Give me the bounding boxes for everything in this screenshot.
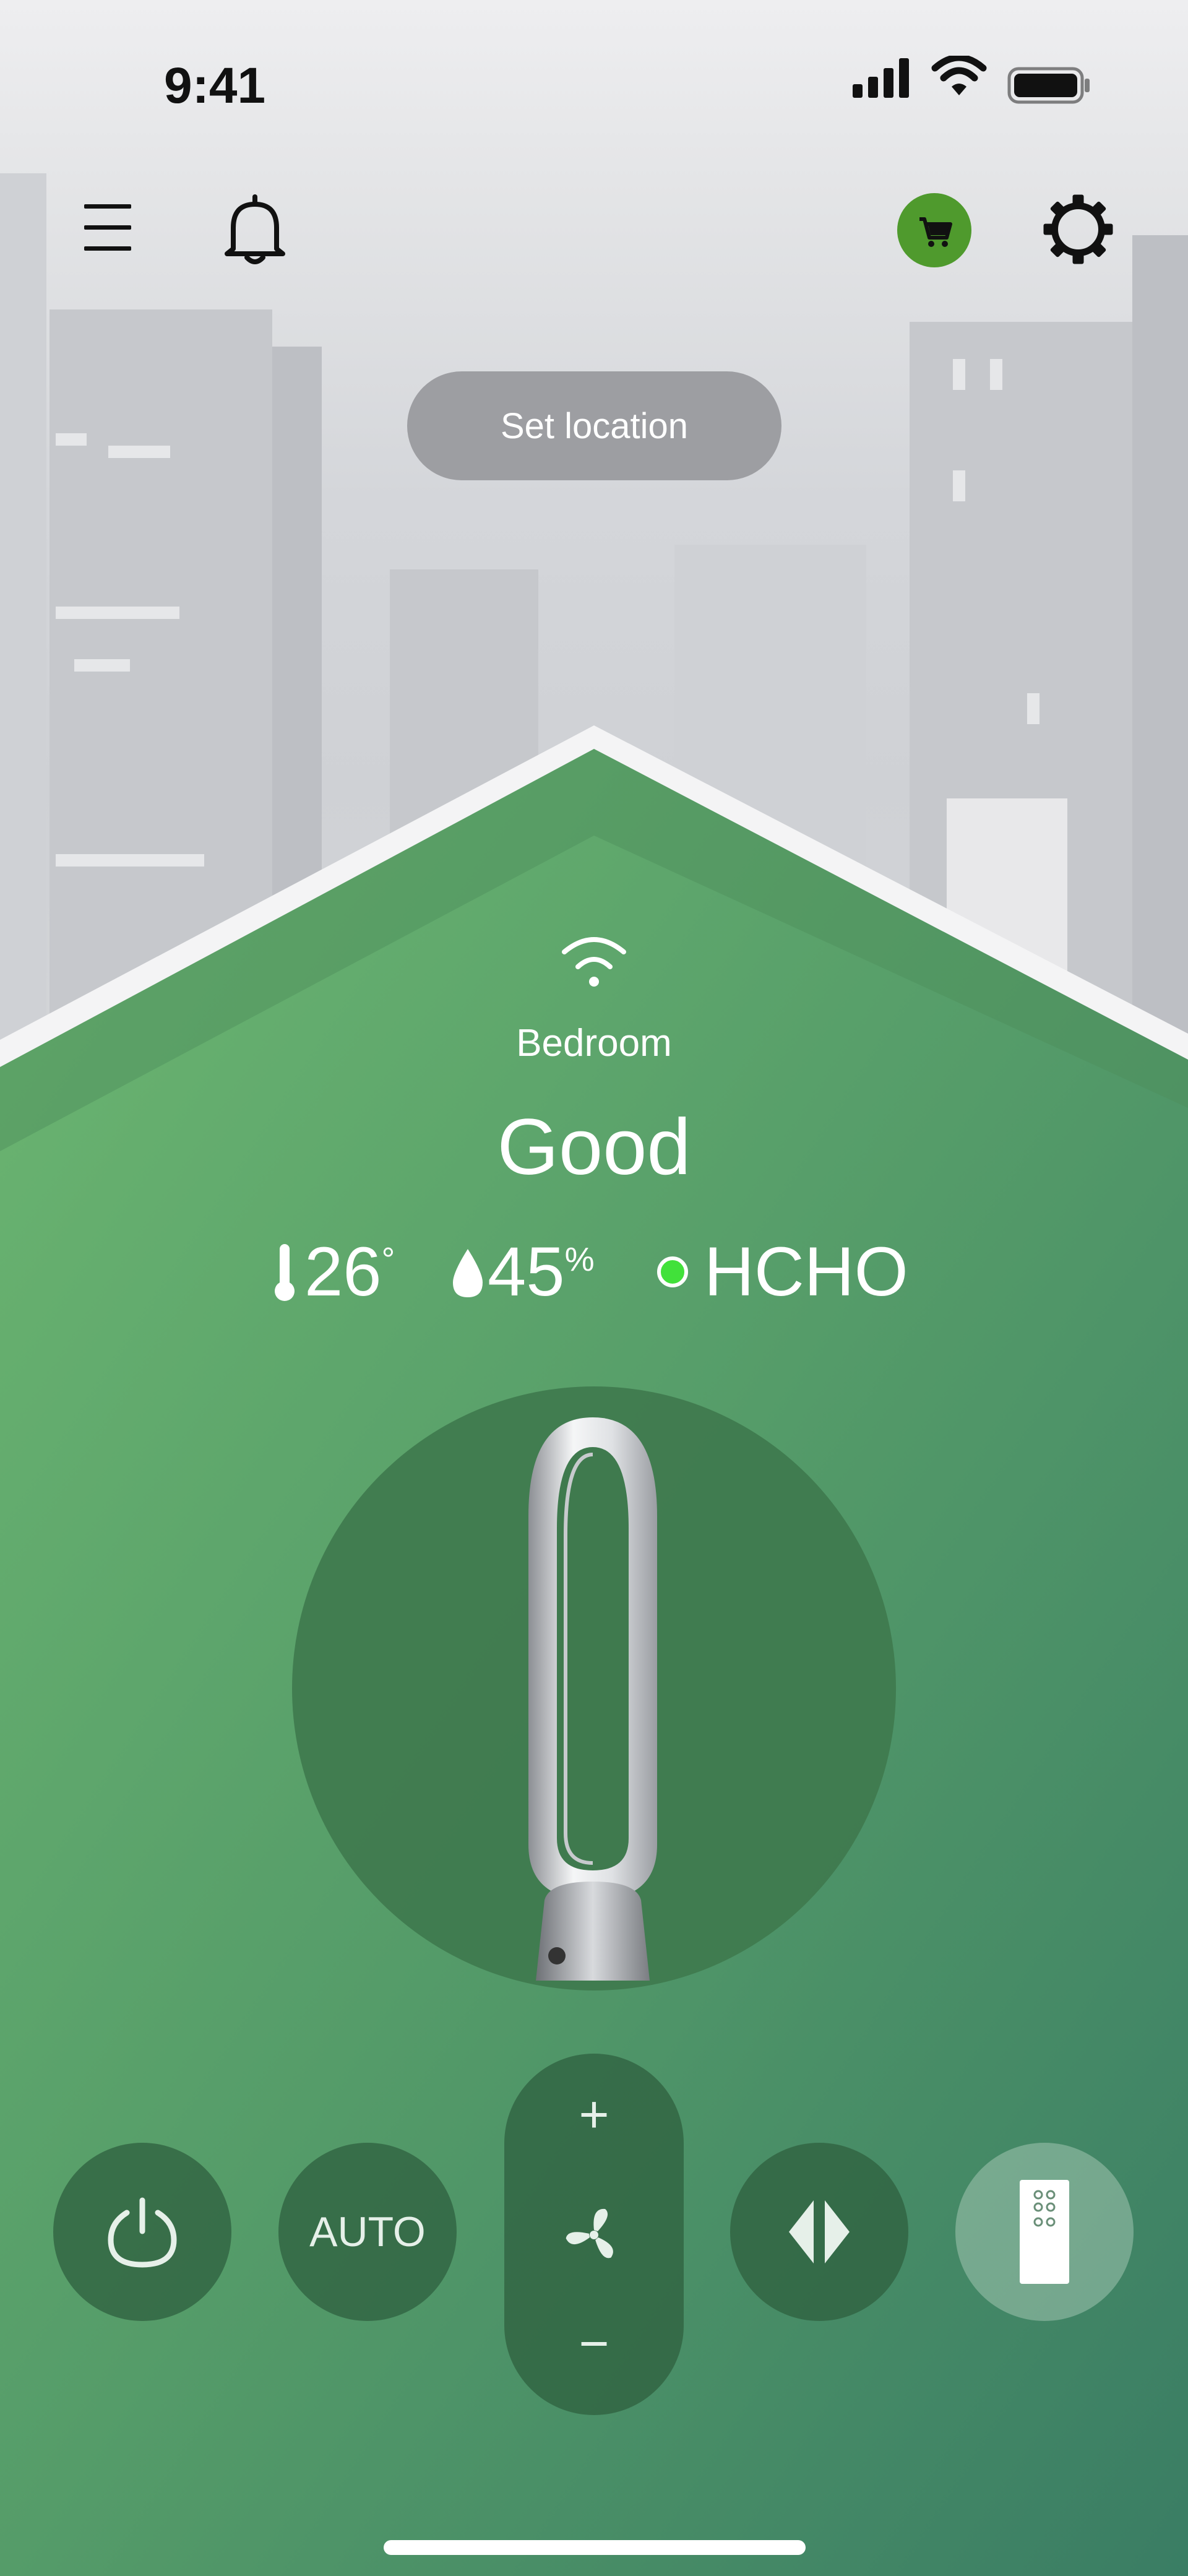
set-location-button[interactable]: Set location	[407, 371, 781, 480]
environment-readings: 26° 45% HCHO	[266, 1232, 947, 1310]
menu-button[interactable]	[79, 198, 136, 256]
notifications-button[interactable]	[220, 192, 291, 266]
room-name: Bedroom	[516, 1022, 672, 1065]
purifier-fan-image	[528, 1417, 657, 1981]
auto-mode-button[interactable]: AUTO	[278, 2143, 457, 2321]
humidity-reading: 45%	[488, 1233, 595, 1310]
clock: 9:41	[164, 58, 266, 114]
remote-icon	[1020, 2180, 1069, 2284]
thermometer-icon	[275, 1244, 295, 1301]
settings-button[interactable]	[1040, 191, 1117, 268]
temperature-reading: 26°	[304, 1233, 395, 1310]
fan-speed-control[interactable]: + −	[504, 2054, 684, 2415]
oscillation-button[interactable]	[730, 2143, 908, 2321]
wifi-status-icon	[931, 56, 987, 95]
home-indicator[interactable]	[384, 2540, 806, 2555]
hcho-status-dot	[657, 1256, 688, 1287]
wifi-icon	[562, 937, 626, 987]
pollutant-label: HCHO	[704, 1233, 908, 1310]
bell-icon	[225, 194, 285, 264]
auto-mode-label: AUTO	[309, 2208, 426, 2255]
speed-decrease-button[interactable]: −	[504, 2314, 684, 2374]
oscillation-icon	[789, 2200, 850, 2263]
status-bar: 9:41	[0, 0, 1188, 124]
air-quality-status: Good	[497, 1103, 691, 1191]
top-bar	[0, 179, 1188, 279]
fan-icon	[566, 2208, 613, 2258]
gear-icon	[1043, 194, 1113, 264]
remote-button[interactable]	[955, 2143, 1134, 2321]
power-icon	[108, 2197, 177, 2268]
cellular-signal-icon	[853, 58, 909, 98]
speed-increase-button[interactable]: +	[504, 2085, 684, 2145]
battery-icon	[1007, 67, 1090, 104]
power-button[interactable]	[53, 2143, 231, 2321]
droplet-icon	[453, 1249, 483, 1297]
cart-icon	[919, 217, 952, 247]
shop-button[interactable]	[897, 193, 971, 267]
